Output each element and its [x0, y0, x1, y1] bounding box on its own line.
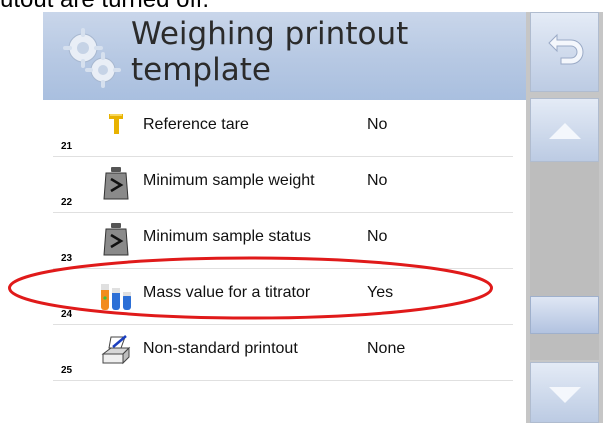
row-number: 22: [61, 197, 73, 208]
row-number: 21: [61, 141, 73, 152]
list-item[interactable]: 25 Non-standard printout None: [53, 324, 513, 381]
row-number: 25: [61, 365, 73, 376]
list-item[interactable]: 21 Reference tare No: [53, 100, 513, 157]
row-value: No: [367, 116, 388, 133]
row-label: Minimum sample weight: [143, 172, 315, 189]
weight-icon: [103, 223, 129, 256]
row-value: None: [367, 340, 406, 357]
scroll-down-button[interactable]: [530, 362, 599, 423]
gears-icon: [63, 28, 121, 88]
left-gutter: [0, 12, 43, 423]
row-label: Non-standard printout: [143, 340, 298, 357]
row-value: No: [367, 228, 388, 245]
list-item[interactable]: 22 Minimum sample weight No: [53, 156, 513, 213]
arrow-up-icon: [549, 123, 581, 139]
highlight-ellipse: [8, 256, 493, 320]
scroll-thumb[interactable]: [530, 296, 599, 334]
back-icon: [548, 33, 584, 65]
screen-header: Weighing printout template: [43, 12, 526, 100]
back-button[interactable]: [530, 12, 599, 92]
printer-icon: [101, 335, 131, 365]
weight-icon: [103, 167, 129, 200]
row-label: Minimum sample status: [143, 228, 312, 245]
arrow-down-icon: [549, 387, 581, 403]
scale-screen: Weighing printout template 21 Reference …: [43, 12, 526, 423]
document-caption: utout are turned off.: [0, 0, 520, 12]
scroll-up-button[interactable]: [530, 98, 599, 162]
page-title: Weighing printout template: [131, 16, 409, 88]
tare-icon: [109, 114, 123, 134]
scroll-panel: [526, 12, 603, 423]
row-value: No: [367, 172, 388, 189]
row-label: Reference tare: [143, 116, 249, 133]
